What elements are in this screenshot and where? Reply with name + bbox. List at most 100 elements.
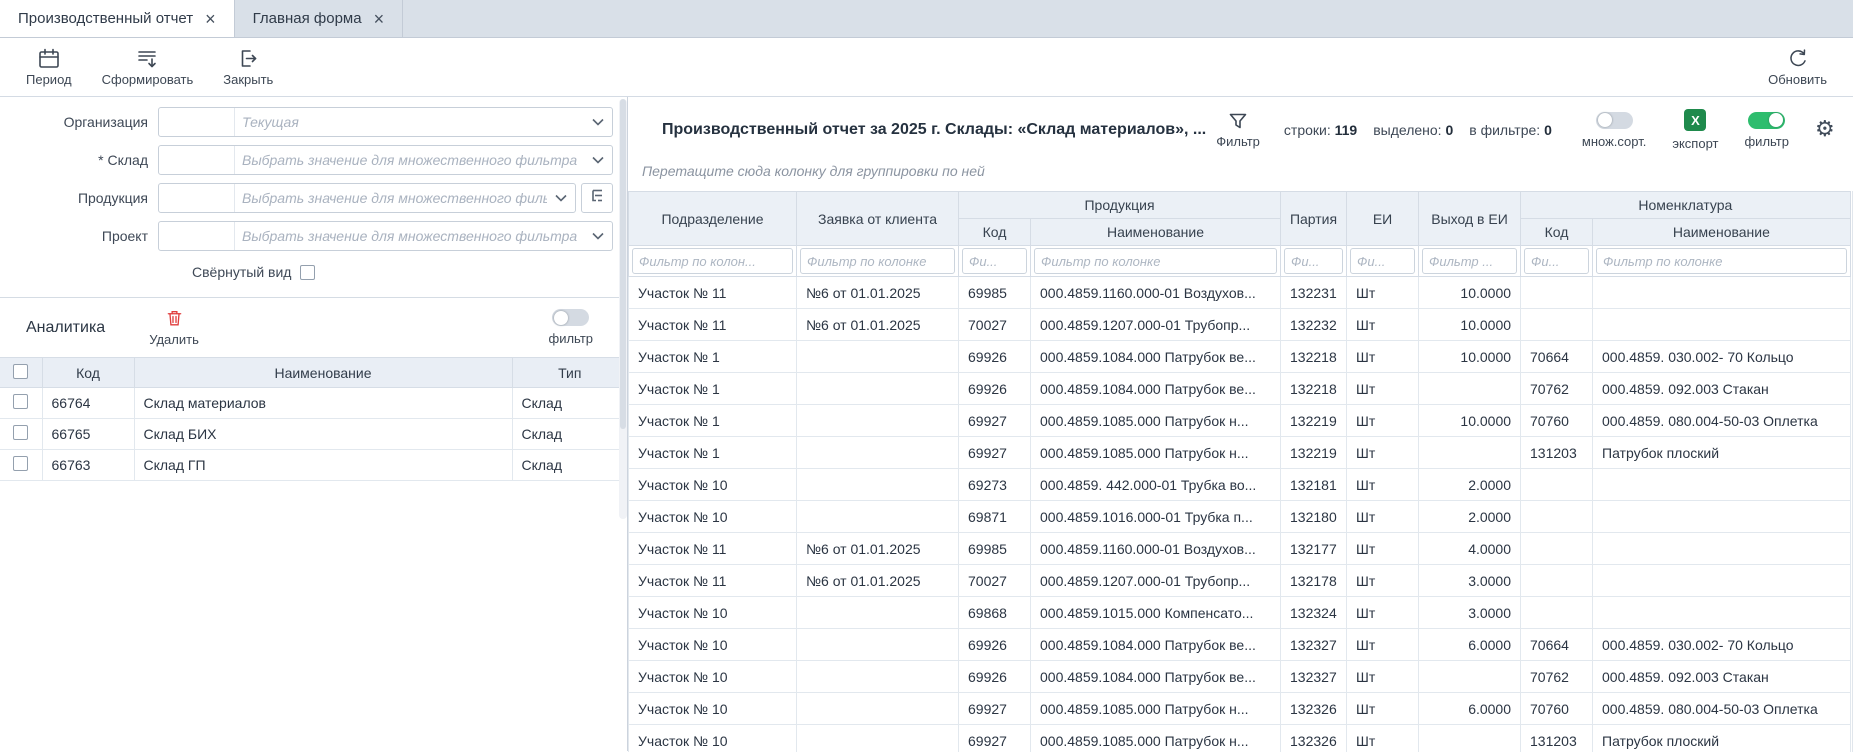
column-filter-input[interactable]	[1034, 248, 1277, 274]
column-filter-input[interactable]	[800, 248, 955, 274]
cell: Патрубок плоский	[1593, 725, 1851, 752]
table-row[interactable]: Участок № 1069927000.4859.1085.000 Патру…	[629, 693, 1851, 725]
table-row[interactable]: Участок № 169927000.4859.1085.000 Патруб…	[629, 405, 1851, 437]
cell: Шт	[1347, 469, 1419, 501]
warehouse-field[interactable]: Выбрать значение для множественного филь…	[158, 145, 613, 175]
table-row[interactable]: Участок № 1069871000.4859.1016.000-01 Тр…	[629, 501, 1851, 533]
column-header-unit[interactable]: ЕИ	[1347, 192, 1419, 246]
column-header-product-code[interactable]: Код	[959, 219, 1031, 246]
filter-button[interactable]: Фильтр	[1216, 112, 1260, 149]
table-row[interactable]: Участок № 169926000.4859.1084.000 Патруб…	[629, 373, 1851, 405]
project-field[interactable]: Выбрать значение для множественного филь…	[158, 221, 613, 251]
table-row[interactable]: Участок № 11№6 от 01.01.202570027000.485…	[629, 565, 1851, 597]
column-filter-input[interactable]	[1596, 248, 1847, 274]
tab-label: Производственный отчет	[18, 10, 193, 27]
multisort-toggle[interactable]: множ.сорт.	[1582, 112, 1646, 149]
table-row[interactable]: Участок № 11№6 от 01.01.202570027000.485…	[629, 309, 1851, 341]
toggle-off[interactable]	[1596, 112, 1633, 129]
organization-field[interactable]: Текущая	[158, 107, 613, 137]
column-header-nomenclature-name[interactable]: Наименование	[1593, 219, 1851, 246]
export-button[interactable]: X экспорт	[1672, 109, 1718, 151]
tab-main-form[interactable]: Главная форма ×	[235, 0, 403, 37]
column-header-product-name[interactable]: Наименование	[1031, 219, 1281, 246]
table-row[interactable]: Участок № 11№6 от 01.01.202569985000.485…	[629, 277, 1851, 309]
cell: Участок № 10	[629, 661, 797, 693]
column-filter-input[interactable]	[632, 248, 793, 274]
group-by-drop-zone[interactable]: Перетащите сюда колонку для группировки …	[628, 155, 1853, 191]
products-field[interactable]: Выбрать значение для множественного филь…	[158, 183, 576, 213]
column-filter-input[interactable]	[1350, 248, 1415, 274]
column-header-client-order[interactable]: Заявка от клиента	[797, 192, 959, 246]
column-filter-input[interactable]	[1284, 248, 1343, 274]
column-header-batch[interactable]: Партия	[1281, 192, 1347, 246]
generate-button[interactable]: Сформировать	[102, 48, 194, 87]
column-header-type[interactable]: Тип	[512, 358, 627, 388]
cell	[1521, 565, 1593, 597]
table-row[interactable]: Участок № 11№6 от 01.01.202569985000.485…	[629, 533, 1851, 565]
tab-production-report[interactable]: Производственный отчет ×	[0, 0, 235, 37]
analytics-table-body: 66764Склад материаловСклад66765Склад БИХ…	[0, 388, 627, 481]
cell	[1593, 469, 1851, 501]
analytics-filter-toggle[interactable]: фильтр	[549, 309, 593, 346]
toggle-off[interactable]	[552, 309, 589, 326]
column-header-division[interactable]: Подразделение	[629, 192, 797, 246]
close-form-button[interactable]: Закрыть	[223, 48, 273, 87]
left-scrollbar[interactable]	[619, 99, 627, 519]
scrollbar-thumb[interactable]	[620, 99, 626, 429]
gear-icon[interactable]: ⚙	[1815, 119, 1835, 141]
column-filter-input[interactable]	[1524, 248, 1589, 274]
cell	[1419, 373, 1521, 405]
table-row[interactable]: Участок № 1069927000.4859.1085.000 Патру…	[629, 725, 1851, 752]
column-header-nomenclature-code[interactable]: Код	[1521, 219, 1593, 246]
refresh-button[interactable]: Обновить	[1768, 48, 1827, 87]
cell: Шт	[1347, 693, 1419, 725]
report-filter-toggle[interactable]: фильтр	[1744, 112, 1788, 149]
chevron-down-icon[interactable]	[584, 156, 612, 164]
column-filter-input[interactable]	[962, 248, 1027, 274]
cell	[797, 437, 959, 469]
cell: 69273	[959, 469, 1031, 501]
table-row[interactable]: Участок № 1069926000.4859.1084.000 Патру…	[629, 629, 1851, 661]
table-row[interactable]: Участок № 169927000.4859.1085.000 Патруб…	[629, 437, 1851, 469]
collapsed-view-checkbox[interactable]	[300, 265, 315, 280]
close-icon[interactable]: ×	[374, 10, 385, 28]
close-icon[interactable]: ×	[205, 10, 216, 28]
chevron-down-icon[interactable]	[584, 118, 612, 126]
delete-button[interactable]: Удалить	[149, 309, 199, 347]
cell: 132326	[1281, 725, 1347, 752]
cell: 131203	[1521, 437, 1593, 469]
tree-select-button[interactable]	[581, 183, 613, 213]
warehouse-label: * Склад	[0, 152, 158, 168]
analytics-cell: Склад	[512, 450, 627, 481]
cell: Шт	[1347, 725, 1419, 752]
table-row[interactable]: Участок № 1069926000.4859.1084.000 Патру…	[629, 661, 1851, 693]
analytics-cell: 66763	[42, 450, 134, 481]
row-checkbox[interactable]	[13, 456, 28, 471]
analytics-row[interactable]: 66764Склад материаловСклад	[0, 388, 627, 419]
report-filter-row	[629, 246, 1851, 277]
analytics-cell: 66764	[42, 388, 134, 419]
period-button[interactable]: Период	[26, 48, 72, 87]
cell: Участок № 11	[629, 309, 797, 341]
row-checkbox[interactable]	[13, 425, 28, 440]
table-row[interactable]: Участок № 1069273000.4859. 442.000-01 Тр…	[629, 469, 1851, 501]
chevron-down-icon[interactable]	[547, 194, 575, 202]
field-value-segment	[159, 146, 235, 174]
cell	[797, 661, 959, 693]
analytics-row[interactable]: 66765Склад БИХСклад	[0, 419, 627, 450]
column-header-code[interactable]: Код	[42, 358, 134, 388]
column-header-output[interactable]: Выход в ЕИ	[1419, 192, 1521, 246]
filter-button-label: Фильтр	[1216, 134, 1260, 149]
table-row[interactable]: Участок № 1069868000.4859.1015.000 Компе…	[629, 597, 1851, 629]
period-label: Период	[26, 72, 72, 87]
row-checkbox[interactable]	[13, 394, 28, 409]
chevron-down-icon[interactable]	[584, 232, 612, 240]
column-filter-input[interactable]	[1422, 248, 1517, 274]
analytics-row[interactable]: 66763Склад ГПСклад	[0, 450, 627, 481]
cell	[797, 693, 959, 725]
column-header-name[interactable]: Наименование	[134, 358, 512, 388]
toggle-on[interactable]	[1748, 112, 1785, 129]
select-all-checkbox[interactable]	[13, 364, 28, 379]
table-row[interactable]: Участок № 169926000.4859.1084.000 Патруб…	[629, 341, 1851, 373]
app-window: Производственный отчет × Главная форма ×…	[0, 0, 1853, 752]
